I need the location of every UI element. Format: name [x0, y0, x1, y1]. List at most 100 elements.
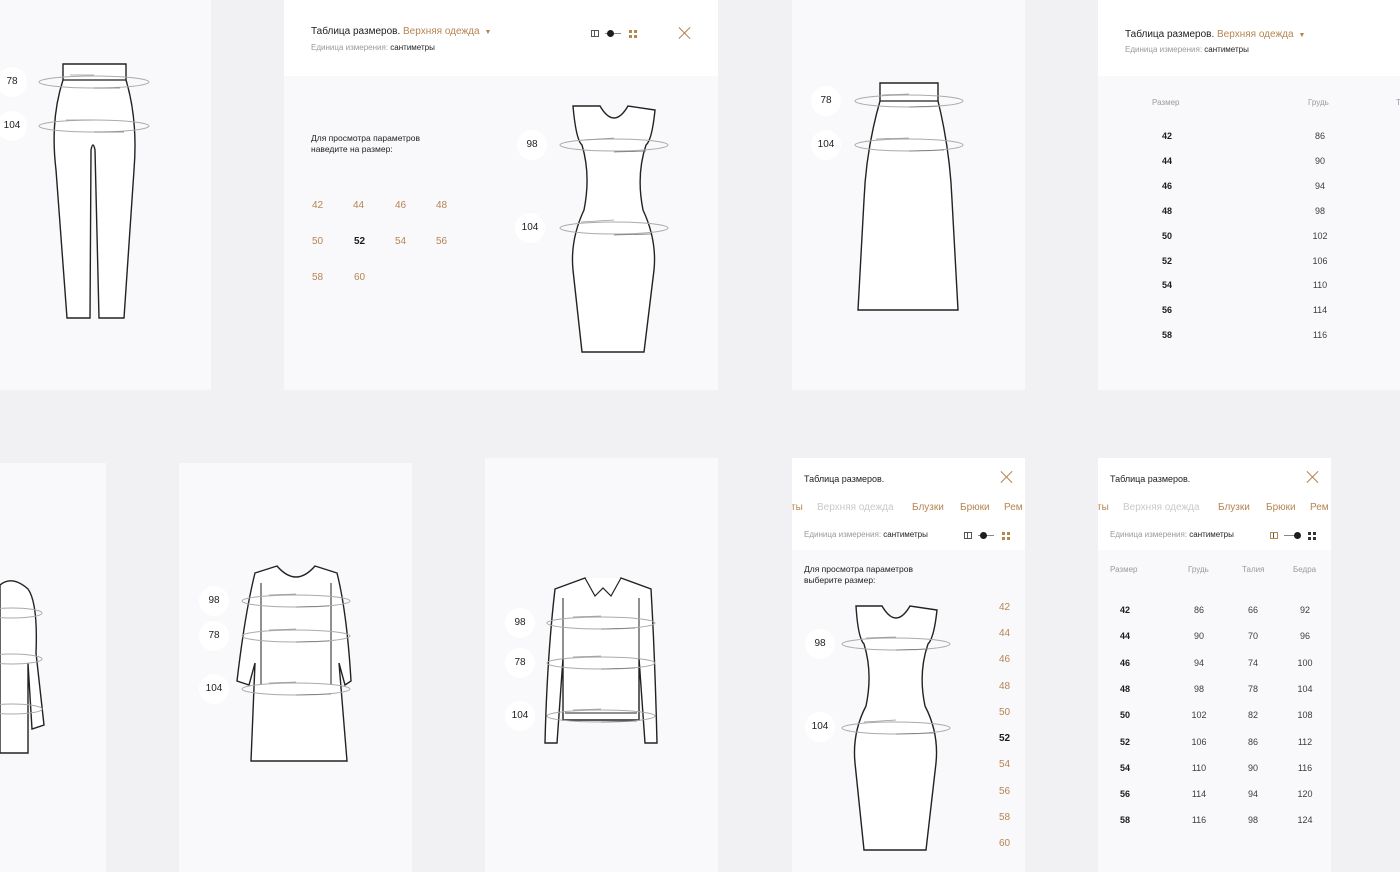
table-cell: 108 [1297, 710, 1313, 721]
table-cell: 86 [1193, 605, 1205, 615]
size-option[interactable]: 44 [353, 200, 364, 211]
col-header-size: Размер [1110, 565, 1138, 574]
unit-value[interactable]: сантиметры [1204, 45, 1249, 54]
table-cell: 74 [1247, 657, 1259, 668]
category-dropdown[interactable]: Верхняя одежда ▼ [1217, 29, 1305, 40]
table-cell: 94 [1314, 181, 1326, 191]
table-cell: 46 [1161, 181, 1173, 191]
view-toggle[interactable] [964, 531, 1012, 541]
skirt-illustration [854, 82, 964, 311]
tab-outerwear[interactable]: Верхняя одежда [1123, 502, 1200, 513]
grid-view-icon[interactable] [1308, 532, 1316, 540]
size-option[interactable]: 48 [999, 681, 1010, 692]
tab-outerwear[interactable]: Верхняя одежда [817, 502, 894, 513]
col-header-waist: Талия [1242, 565, 1265, 574]
unit-label: Единица измерения: [1110, 530, 1188, 539]
waist-badge: 78 [199, 621, 229, 651]
close-icon[interactable] [678, 26, 692, 40]
size-option-selected[interactable]: 52 [999, 733, 1010, 744]
title-text: Таблица размеров. [311, 26, 401, 37]
size-option[interactable]: 58 [999, 812, 1010, 823]
table-cell: 114 [1191, 789, 1207, 800]
list-view-icon[interactable] [964, 532, 972, 539]
table-cell: 90 [1193, 631, 1205, 642]
size-option[interactable]: 54 [999, 759, 1010, 770]
col-header-chest: Грудь [1308, 98, 1329, 107]
size-option[interactable]: 44 [999, 628, 1010, 639]
size-option[interactable]: 42 [999, 602, 1010, 613]
tab-blouses[interactable]: Блузки [1218, 502, 1250, 513]
dress-card: 98 78 104 [179, 463, 412, 872]
table-cell: 44 [1161, 156, 1173, 166]
size-option[interactable]: 46 [395, 200, 406, 211]
size-option[interactable]: 46 [999, 654, 1010, 665]
size-option[interactable]: 50 [999, 707, 1010, 718]
hip-badge: 104 [805, 712, 835, 742]
size-option[interactable]: 60 [999, 838, 1010, 849]
hip-badge: 104 [811, 130, 841, 160]
category-label: Верхняя одежда [1217, 29, 1294, 40]
hip-badge: 104 [199, 674, 229, 704]
view-toggle[interactable] [591, 29, 639, 39]
size-option[interactable]: 60 [354, 272, 365, 283]
aline-dress-illustration [236, 565, 352, 762]
table-cell: 46 [1119, 657, 1131, 668]
chevron-down-icon: ▼ [484, 29, 492, 36]
size-option-selected[interactable]: 52 [354, 236, 365, 247]
table-cell: 90 [1314, 156, 1326, 166]
select-hint: Для просмотра параметров выберите размер… [804, 564, 914, 585]
unit-label: Единица измерения: [1125, 45, 1203, 54]
size-option[interactable]: 54 [395, 236, 406, 247]
unit-label: Единица измерения: [311, 43, 389, 52]
list-view-icon[interactable] [1270, 532, 1278, 539]
size-option[interactable]: 56 [999, 786, 1010, 797]
chest-badge: 98 [505, 608, 535, 638]
table-cell: 42 [1119, 605, 1131, 615]
table-cell: 52 [1119, 736, 1131, 747]
close-icon[interactable] [1000, 470, 1014, 484]
table-cell: 56 [1161, 305, 1173, 315]
table-cell: 42 [1161, 131, 1173, 141]
pants-illustration [38, 63, 150, 319]
table-cell: 58 [1161, 330, 1173, 340]
close-icon[interactable] [1306, 470, 1320, 484]
size-option[interactable]: 42 [312, 200, 323, 211]
tab-prev[interactable]: ты [1098, 502, 1109, 513]
grid-view-icon[interactable] [629, 30, 637, 38]
category-dropdown[interactable]: Верхняя одежда ▼ [403, 26, 491, 37]
unit-line: Единица измерения: сантиметры [1125, 45, 1249, 54]
table-cell: 58 [1119, 815, 1131, 826]
table-cell: 114 [1312, 305, 1328, 315]
tab-prev[interactable]: ты [792, 502, 803, 513]
tab-trousers[interactable]: Брюки [960, 502, 990, 513]
mobile-header: Таблица размеров. ты Верхняя одежда Блуз… [1098, 458, 1331, 550]
size-option[interactable]: 48 [436, 200, 447, 211]
pants-card: 78 104 [0, 0, 211, 390]
tab-next[interactable]: Рем [1310, 502, 1329, 513]
popup-header: Таблица размеров. Верхняя одежда ▼ Единиц… [284, 0, 718, 76]
tab-next[interactable]: Рем [1004, 502, 1023, 513]
unit-value[interactable]: сантиметры [390, 43, 435, 52]
table-cell: 124 [1297, 815, 1313, 826]
unit-value[interactable]: сантиметры [1189, 530, 1234, 539]
list-view-icon[interactable] [591, 30, 599, 37]
mobile-header: Таблица размеров. ты Верхняя одежда Блуз… [792, 458, 1025, 550]
tab-blouses[interactable]: Блузки [912, 502, 944, 513]
chevron-down-icon: ▼ [1298, 32, 1306, 39]
size-option[interactable]: 50 [312, 236, 323, 247]
grid-view-icon[interactable] [1002, 532, 1010, 540]
table-cell: 106 [1191, 736, 1207, 747]
unit-value[interactable]: сантиметры [883, 530, 928, 539]
table-cell: 120 [1297, 789, 1313, 800]
table-cell: 54 [1119, 762, 1131, 773]
table-cell: 96 [1299, 631, 1311, 642]
table-cell: 110 [1312, 280, 1328, 290]
mobile-size-table: Таблица размеров. ты Верхняя одежда Блуз… [1098, 458, 1331, 872]
view-toggle[interactable] [1270, 531, 1318, 541]
size-option[interactable]: 58 [312, 272, 323, 283]
table-cell: 100 [1297, 657, 1313, 668]
table-cell: 104 [1297, 683, 1313, 694]
size-option[interactable]: 56 [436, 236, 447, 247]
tab-trousers[interactable]: Брюки [1266, 502, 1296, 513]
table-cell: 102 [1191, 710, 1207, 721]
